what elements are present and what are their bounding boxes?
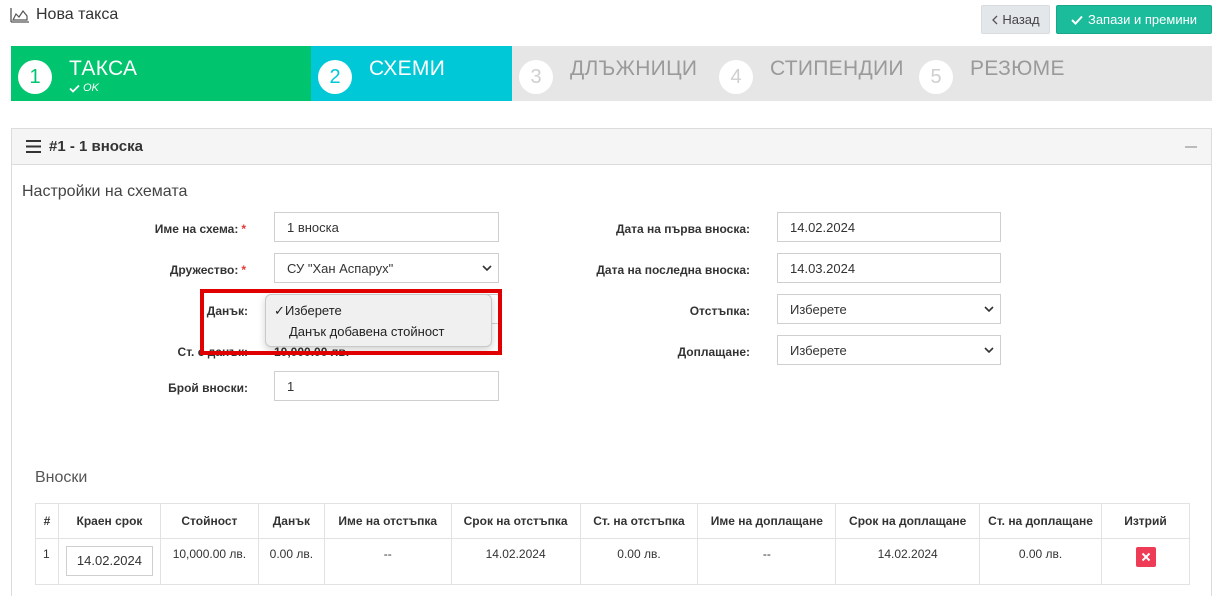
scheme-panel: #1 - 1 вноска Настройки на схемата Име н… (11, 128, 1212, 596)
tax-option-vat[interactable]: Данък добавена стойност (289, 324, 445, 339)
row-surcharge-deadline: 14.02.2024 (835, 538, 981, 585)
step-label: ДЛЪЖНИЦИ (570, 57, 698, 80)
scheme-name-input[interactable]: 1 вноска (274, 212, 499, 242)
checkmark-icon: ✓ (274, 303, 285, 318)
row-surcharge-name: -- (697, 538, 837, 585)
step-label: СТИПЕНДИИ (770, 57, 904, 80)
amount-label: Ст. с данък: (177, 345, 248, 359)
col-surcharge-value: Ст. на доплащане (979, 503, 1102, 539)
company-label: Дружество: * (169, 263, 246, 277)
step-label: СХЕМИ (369, 57, 446, 80)
chevron-down-icon (984, 347, 994, 354)
step-number: 3 (519, 60, 553, 94)
col-tax: Данък (257, 503, 325, 539)
close-icon (1141, 552, 1150, 562)
step-label: РЕЗЮМЕ (970, 57, 1065, 80)
table-row: 1 14.02.2024 10,000.00 лв. 0.00 лв. -- 1… (35, 538, 1190, 585)
deadline-input[interactable]: 14.02.2024 (65, 546, 153, 576)
step-status: OK (69, 82, 99, 94)
count-input[interactable]: 1 (274, 371, 499, 401)
installments-table: # Краен срок Стойност Данък Име на отстъ… (35, 503, 1190, 585)
row-discount-value: 0.00 лв. (579, 538, 699, 585)
last-date-input[interactable]: 14.03.2024 (777, 253, 1001, 283)
row-tax: 0.00 лв. (257, 538, 325, 585)
menu-icon[interactable] (26, 140, 41, 153)
row-surcharge-value: 0.00 лв. (979, 538, 1102, 585)
section-title: Настройки на схемата (22, 183, 188, 200)
chart-area-icon (10, 7, 30, 23)
company-select[interactable]: СУ "Хан Аспарух" (274, 253, 499, 283)
col-surcharge-name: Име на доплащане (697, 503, 837, 539)
discount-select[interactable]: Изберете (777, 294, 1001, 324)
col-delete: Изтрий (1101, 503, 1190, 539)
save-and-next-button[interactable]: Запази и премини (1056, 5, 1212, 34)
surcharge-label: Доплащане: (677, 345, 750, 359)
col-value: Стойност (159, 503, 259, 539)
step-number: 2 (318, 60, 352, 94)
panel-header: #1 - 1 вноска (12, 129, 1211, 165)
col-discount-deadline: Срок на отстъпка (450, 503, 581, 539)
row-delete-cell (1101, 538, 1190, 585)
row-deadline-cell: 14.02.2024 (57, 538, 161, 585)
wizard-steps: 1 ТАКСА OK 2 СХЕМИ 3 ДЛЪЖНИЦИ 4 СТИПЕНДИ… (11, 46, 1212, 101)
row-value: 10,000.00 лв. (159, 538, 259, 585)
step-number: 5 (919, 60, 953, 94)
back-button[interactable]: Назад (981, 5, 1050, 34)
row-num: 1 (35, 538, 59, 585)
row-discount-name: -- (323, 538, 452, 585)
save-button-label: Запази и премини (1087, 12, 1198, 27)
chevron-left-icon (992, 15, 998, 24)
wizard-step-summary[interactable]: 5 РЕЗЮМЕ (912, 46, 1112, 101)
back-button-label: Назад (1002, 12, 1040, 27)
wizard-step-debtors[interactable]: 3 ДЛЪЖНИЦИ (512, 46, 712, 101)
scheme-name-label: Име на схема: * (154, 222, 246, 236)
table-header-row: # Краен срок Стойност Данък Име на отстъ… (35, 503, 1190, 539)
col-deadline: Краен срок (57, 503, 161, 539)
step-number: 4 (719, 60, 753, 94)
discount-label: Отстъпка: (689, 304, 750, 318)
check-icon (69, 84, 80, 93)
wizard-step-schemes[interactable]: 2 СХЕМИ (311, 46, 512, 101)
first-date-input[interactable]: 14.02.2024 (777, 212, 1001, 242)
wizard-step-fee[interactable]: 1 ТАКСА OK (11, 46, 311, 101)
first-date-label: Дата на първа вноска: (615, 222, 750, 236)
amount-value: 10,000.00 лв. (274, 345, 350, 359)
row-discount-deadline: 14.02.2024 (450, 538, 581, 585)
surcharge-select[interactable]: Изберете (777, 335, 1001, 365)
chevron-down-icon (482, 265, 492, 272)
installments-title: Вноски (35, 469, 88, 486)
check-icon (1071, 15, 1083, 25)
tax-option-select[interactable]: ✓Изберете (274, 303, 342, 319)
collapse-icon[interactable] (1185, 146, 1197, 148)
step-number: 1 (18, 60, 52, 94)
delete-button[interactable] (1135, 547, 1156, 567)
col-discount-value: Ст. на отстъпка (579, 503, 699, 539)
col-surcharge-deadline: Срок на доплащане (835, 503, 981, 539)
chevron-down-icon (984, 306, 994, 313)
count-label: Брой вноски: (168, 381, 248, 395)
last-date-label: Дата на последна вноска: (596, 263, 750, 277)
step-label: ТАКСА (69, 57, 138, 80)
page-header: Нова такса (10, 6, 118, 24)
col-discount-name: Име на отстъпка (323, 503, 452, 539)
tax-dropdown-menu: ✓Изберете Данък добавена стойност (265, 294, 492, 347)
page-title: Нова такса (36, 6, 119, 23)
panel-title: #1 - 1 вноска (49, 138, 143, 155)
tax-label: Данък: (206, 304, 248, 318)
col-num: # (35, 503, 59, 539)
wizard-step-scholarships[interactable]: 4 СТИПЕНДИИ (712, 46, 912, 101)
